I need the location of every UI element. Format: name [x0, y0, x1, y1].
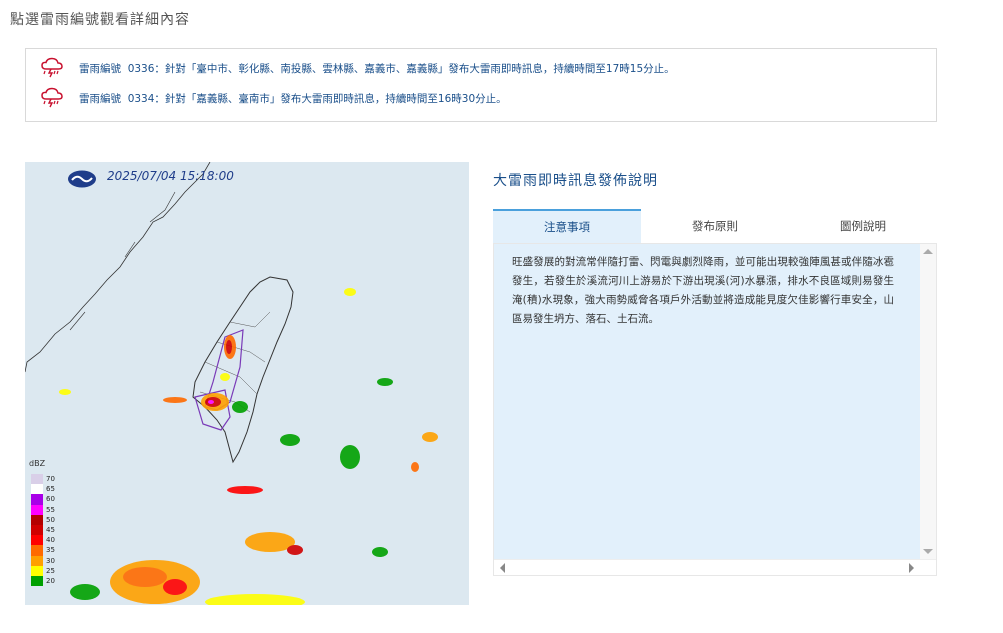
legend-label: 25 — [46, 566, 55, 575]
legend-swatch — [31, 524, 43, 536]
legend-label: 45 — [46, 526, 55, 535]
scroll-down-icon[interactable] — [923, 549, 933, 554]
warning-list: 雷雨編號 0336：針對「臺中市、彰化縣、南投縣、雲林縣、嘉義市、嘉義縣」發布大… — [25, 48, 937, 122]
legend-item: 40 — [31, 535, 55, 546]
legend-item: 70 — [31, 474, 55, 485]
legend-item: 60 — [31, 494, 55, 505]
legend-label: 55 — [46, 505, 55, 514]
page-heading: 點選雷雨編號觀看詳細內容 — [10, 12, 190, 28]
legend-item: 50 — [31, 514, 55, 525]
radar-map-image — [25, 162, 469, 605]
legend-label: 20 — [46, 576, 55, 585]
tab-principles[interactable]: 發布原則 — [641, 209, 789, 243]
legend-label: 40 — [46, 536, 55, 545]
legend-swatch — [31, 545, 43, 556]
info-tabs: 注意事項 發布原則 圖例說明 — [493, 209, 937, 243]
legend-label: 65 — [46, 485, 55, 494]
scroll-left-icon[interactable] — [500, 563, 505, 573]
legend-swatch — [31, 535, 43, 546]
legend-swatch — [31, 514, 43, 525]
legend-item: 65 — [31, 484, 55, 495]
tab-notes[interactable]: 注意事項 — [493, 209, 641, 243]
radar-timestamp: 2025/07/04 15:18:00 — [107, 169, 234, 183]
scroll-up-icon[interactable] — [923, 249, 933, 254]
info-title: 大雷雨即時訊息發佈說明 — [493, 173, 658, 189]
scroll-right-icon[interactable] — [909, 563, 914, 573]
legend-swatch — [31, 555, 43, 566]
legend-item: 30 — [31, 555, 55, 566]
legend-swatch — [31, 484, 43, 495]
warning-text: 雷雨編號 0334：針對「嘉義縣、臺南市」發布大雷雨即時訊息，持續時間至16時3… — [79, 92, 507, 105]
legend-label: 50 — [46, 515, 55, 524]
legend-swatch — [31, 474, 43, 485]
warning-item[interactable]: 雷雨編號 0334：針對「嘉義縣、臺南市」發布大雷雨即時訊息，持續時間至16時3… — [40, 87, 507, 109]
radar-map[interactable]: 2025/07/04 15:18:00 dBZ 70 65 60 55 50 45 40 35… — [25, 162, 469, 605]
legend-item: 35 — [31, 545, 55, 556]
legend-swatch — [31, 494, 43, 505]
legend-swatch — [31, 504, 43, 515]
legend-item: 20 — [31, 575, 55, 587]
cwa-logo — [68, 170, 96, 188]
vertical-scrollbar[interactable] — [920, 244, 936, 559]
legend-unit: dBZ — [29, 459, 46, 468]
dbz-legend: 70 65 60 55 50 45 40 35 30 25 20 — [31, 474, 55, 587]
tab-legend[interactable]: 圖例說明 — [789, 209, 937, 243]
legend-label: 30 — [46, 556, 55, 565]
notes-text: 旺盛發展的對流常伴隨打雷、閃電與劇烈降雨，並可能出現較強陣風甚或伴隨冰雹發生，若… — [512, 256, 894, 325]
warning-item[interactable]: 雷雨編號 0336：針對「臺中市、彰化縣、南投縣、雲林縣、嘉義市、嘉義縣」發布大… — [40, 57, 675, 79]
legend-item: 45 — [31, 524, 55, 536]
tab-content-panel: 旺盛發展的對流常伴隨打雷、閃電與劇烈降雨，並可能出現較強陣風甚或伴隨冰雹發生，若… — [493, 243, 937, 576]
legend-item: 25 — [31, 565, 55, 576]
thunderstorm-icon — [41, 57, 63, 78]
horizontal-scrollbar[interactable] — [494, 559, 936, 575]
legend-label: 60 — [46, 495, 55, 504]
legend-label: 70 — [46, 475, 55, 484]
legend-label: 35 — [46, 546, 55, 555]
legend-item: 55 — [31, 504, 55, 515]
legend-swatch — [31, 565, 43, 576]
warning-text: 雷雨編號 0336：針對「臺中市、彰化縣、南投縣、雲林縣、嘉義市、嘉義縣」發布大… — [79, 62, 675, 75]
thunderstorm-icon — [41, 87, 63, 108]
legend-swatch — [31, 575, 43, 587]
